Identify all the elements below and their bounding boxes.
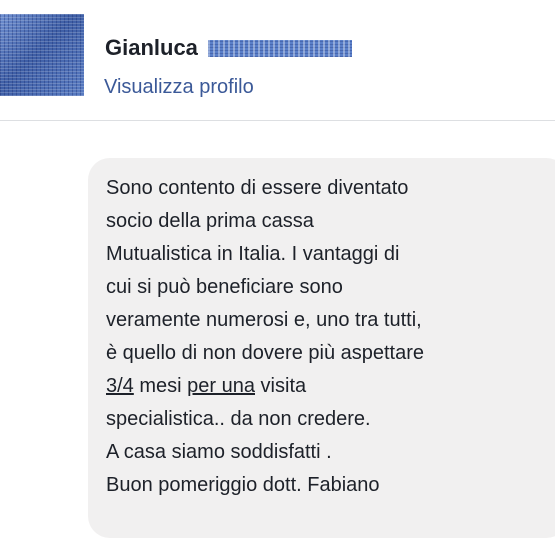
profile-name[interactable]: Gianluca — [105, 35, 198, 61]
divider — [0, 120, 555, 121]
message-line: A casa siamo soddisfatti . — [106, 441, 332, 463]
message-line: veramente numerosi e, uno tra tutti, — [106, 309, 422, 331]
message-text: Sono contento di essere diventato socio … — [106, 172, 546, 502]
message-line: socio della prima cassa — [106, 210, 314, 232]
message-fragment: mesi — [133, 375, 188, 397]
message-fragment: visita — [255, 375, 307, 397]
avatar[interactable] — [0, 14, 84, 96]
message-line: cui si può beneficiare sono — [106, 276, 343, 298]
redacted-surname — [207, 39, 352, 57]
message-line: Mutualistica in Italia. I vantaggi di — [106, 243, 400, 265]
message-line: Sono contento di essere diventato — [106, 177, 409, 199]
name-row: Gianluca — [105, 34, 352, 62]
view-profile-link[interactable]: Visualizza profilo — [104, 76, 254, 99]
profile-header: Gianluca Visualizza profilo — [0, 0, 555, 120]
message-line: 3/4 mesi per una visita — [106, 370, 546, 403]
underlined-phrase: per una — [187, 375, 255, 397]
message-line: Buon pomeriggio dott. Fabiano — [106, 474, 380, 496]
message-line: è quello di non dovere più aspettare — [106, 342, 425, 364]
underlined-fraction: 3/4 — [106, 375, 134, 397]
message-line: specialistica.. da non credere. — [106, 408, 371, 430]
